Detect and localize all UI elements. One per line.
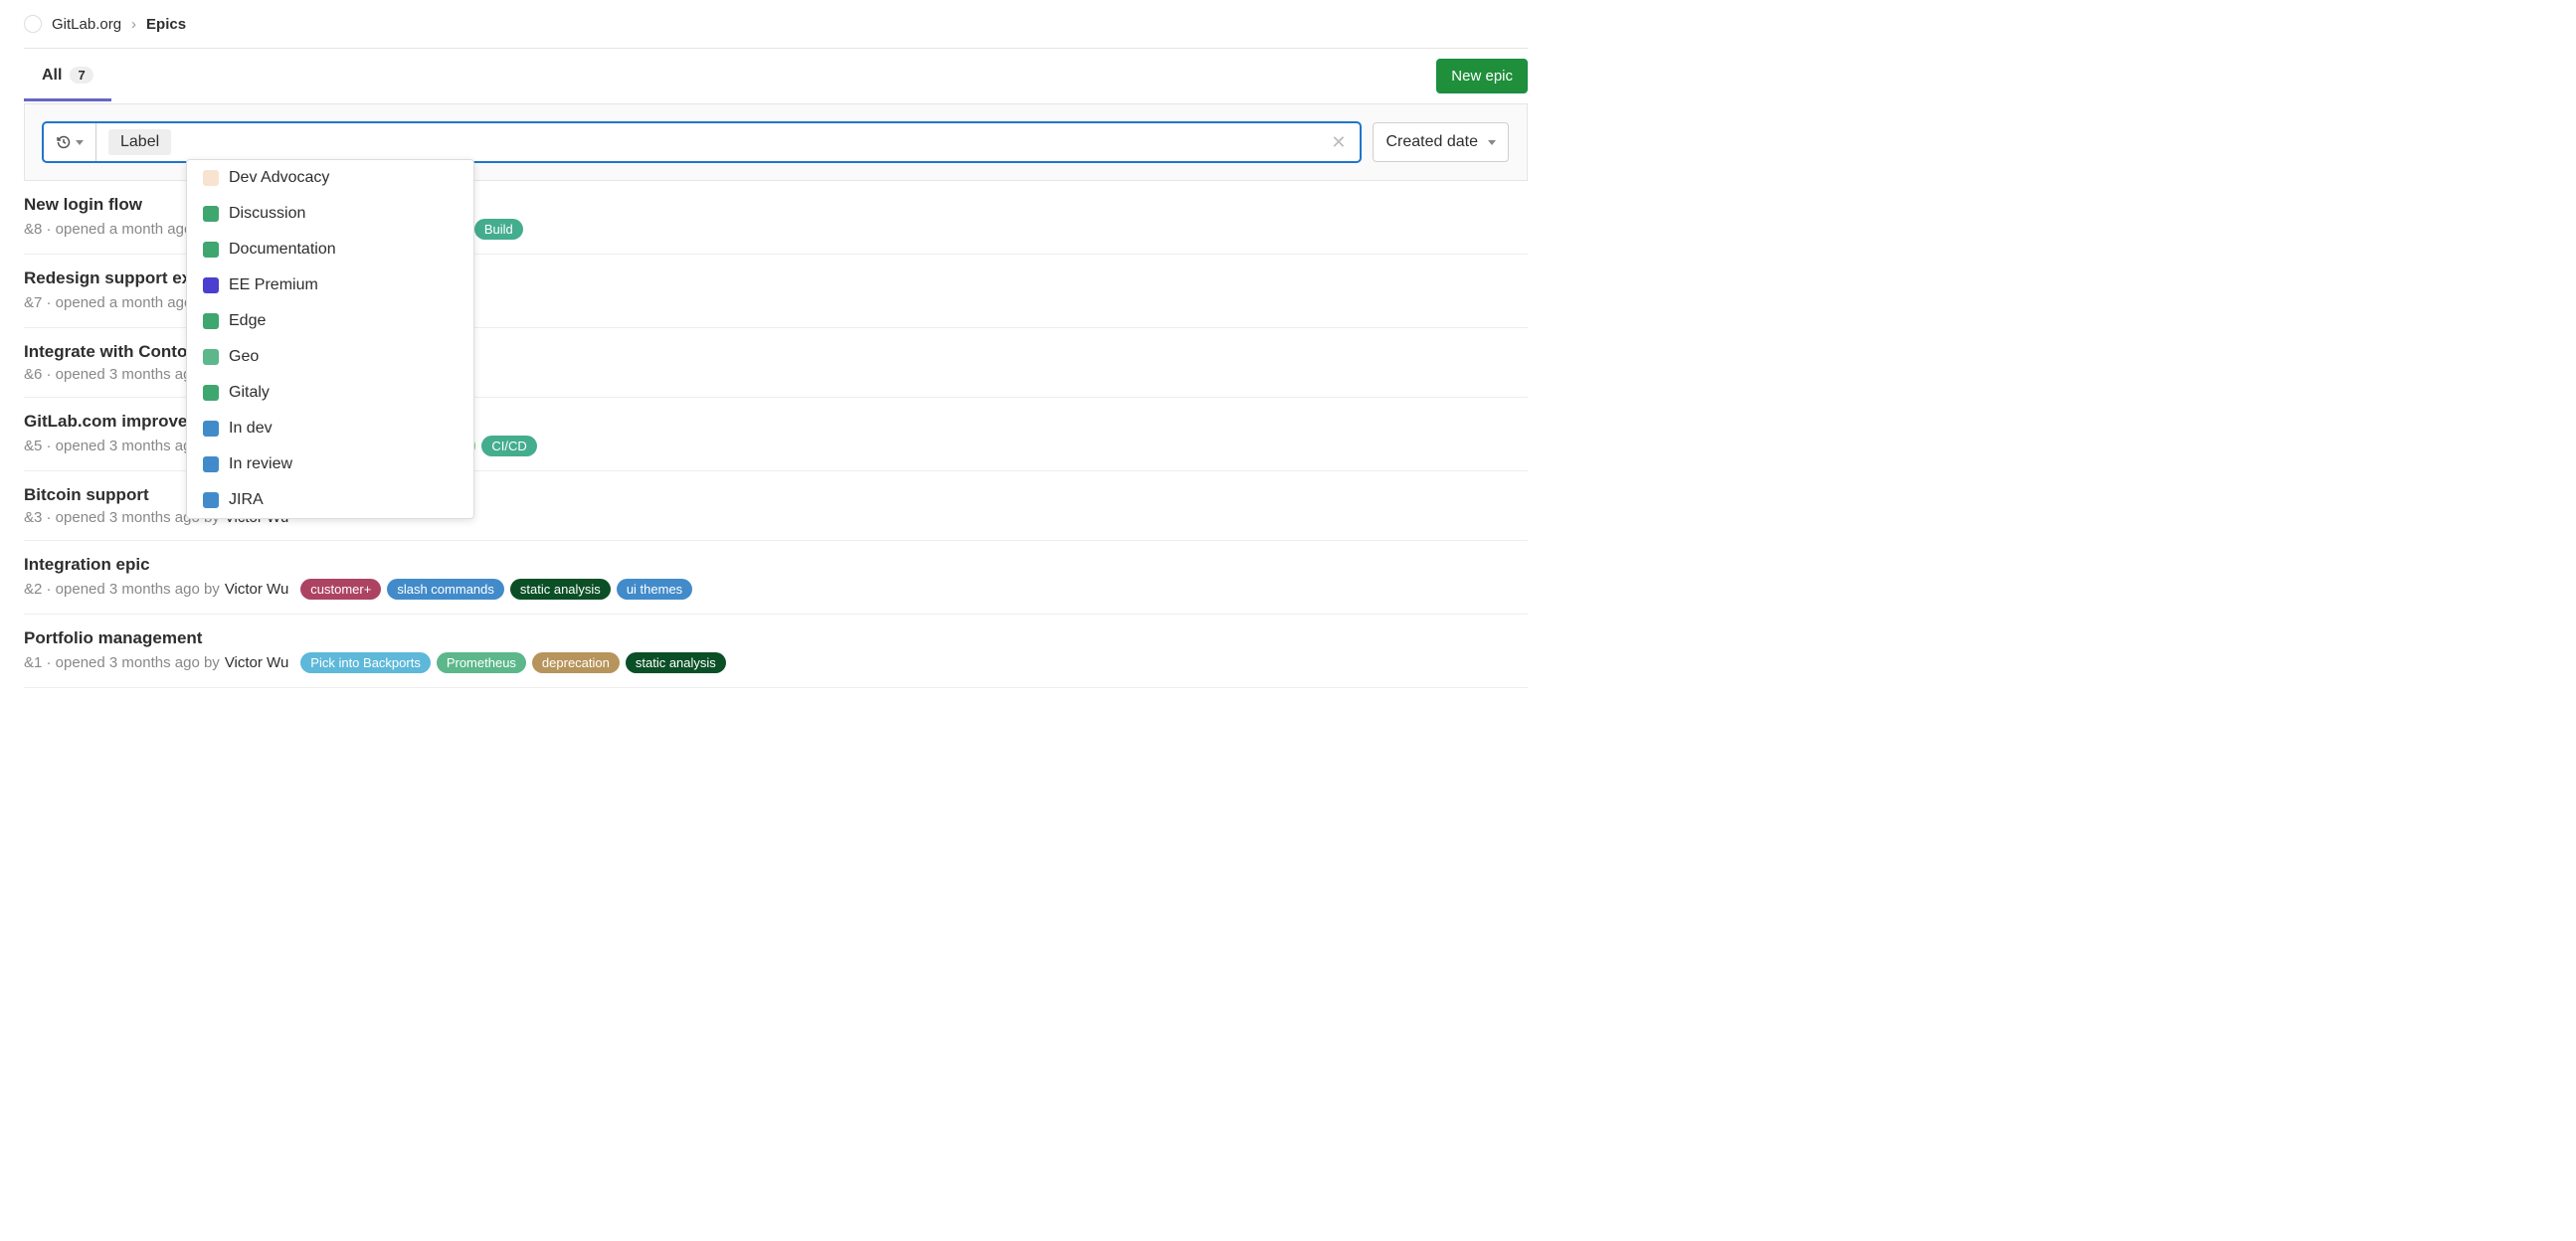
label-color-swatch — [203, 313, 219, 329]
chevron-right-icon: › — [131, 16, 136, 33]
tabs-row: All 7 New epic — [24, 49, 1528, 104]
label-pill[interactable]: slash commands — [387, 579, 504, 600]
dropdown-item[interactable]: JIRA — [187, 482, 473, 518]
label-pill[interactable]: CI/CD — [481, 436, 536, 456]
epic-item: Portfolio management&1 · opened 3 months… — [24, 615, 1528, 688]
epic-title[interactable]: Integration epic — [24, 555, 1528, 575]
new-epic-button[interactable]: New epic — [1436, 59, 1528, 93]
epic-meta: &2 · opened 3 months ago by Victor Wu — [24, 581, 288, 598]
epic-item: Integration epic&2 · opened 3 months ago… — [24, 541, 1528, 615]
dropdown-item-label: In dev — [229, 420, 273, 438]
dropdown-item[interactable]: EE Premium — [187, 267, 473, 303]
label-pill[interactable]: deprecation — [532, 652, 620, 673]
sort-dropdown[interactable]: Created date — [1373, 122, 1509, 162]
search-history-button[interactable] — [44, 123, 96, 161]
breadcrumb-group[interactable]: GitLab.org — [52, 16, 121, 33]
dropdown-item[interactable]: In review — [187, 446, 473, 482]
dropdown-item[interactable]: Geo — [187, 339, 473, 375]
dropdown-item-label: Documentation — [229, 241, 336, 259]
tab-all[interactable]: All 7 — [24, 53, 111, 101]
breadcrumb: GitLab.org › Epics — [24, 0, 1528, 48]
label-color-swatch — [203, 242, 219, 258]
label-color-swatch — [203, 421, 219, 437]
dropdown-item-label: EE Premium — [229, 276, 318, 294]
epic-labels: customer+ slash commands static analysis ui… — [300, 579, 692, 600]
dropdown-item-label: In review — [229, 455, 292, 473]
label-pill[interactable]: static analysis — [510, 579, 611, 600]
history-icon — [56, 134, 72, 150]
filter-token-label[interactable]: Label — [108, 129, 171, 155]
dropdown-item[interactable]: Documentation — [187, 232, 473, 267]
label-pill[interactable]: Prometheus — [437, 652, 526, 673]
dropdown-item[interactable]: Discussion — [187, 196, 473, 232]
label-color-swatch — [203, 492, 219, 508]
group-avatar — [24, 15, 42, 33]
label-color-swatch — [203, 277, 219, 293]
epic-meta: &1 · opened 3 months ago by Victor Wu — [24, 654, 288, 671]
label-color-swatch — [203, 385, 219, 401]
dropdown-item[interactable]: Edge — [187, 303, 473, 339]
dropdown-item-label: Discussion — [229, 205, 305, 223]
epic-title[interactable]: Portfolio management — [24, 628, 1528, 648]
label-pill[interactable]: Build — [474, 219, 523, 240]
dropdown-item-label: Dev Advocacy — [229, 169, 329, 187]
dropdown-item-label: Gitaly — [229, 384, 270, 402]
epic-author[interactable]: Victor Wu — [225, 654, 288, 671]
clear-filter-button[interactable]: ✕ — [1317, 132, 1360, 153]
filter-input[interactable] — [171, 123, 1317, 161]
dropdown-item-label: JIRA — [229, 491, 264, 509]
chevron-down-icon — [76, 140, 84, 145]
label-color-swatch — [203, 456, 219, 472]
dropdown-item-label: Geo — [229, 348, 259, 366]
epic-labels: Pick into Backports Prometheus deprecation… — [300, 652, 726, 673]
dropdown-item-label: Edge — [229, 312, 266, 330]
tab-count-badge: 7 — [70, 67, 92, 84]
label-color-swatch — [203, 170, 219, 186]
label-color-swatch — [203, 206, 219, 222]
label-pill[interactable]: Pick into Backports — [300, 652, 431, 673]
dropdown-item[interactable]: In dev — [187, 411, 473, 446]
dropdown-item[interactable]: Dev Advocacy — [187, 160, 473, 196]
sort-label: Created date — [1385, 133, 1478, 151]
breadcrumb-current: Epics — [146, 16, 186, 33]
label-pill[interactable]: static analysis — [626, 652, 726, 673]
chevron-down-icon — [1488, 140, 1496, 145]
label-pill[interactable]: customer+ — [300, 579, 381, 600]
epic-author[interactable]: Victor Wu — [225, 581, 288, 598]
tab-label: All — [42, 67, 62, 85]
label-color-swatch — [203, 349, 219, 365]
label-pill[interactable]: ui themes — [617, 579, 692, 600]
filter-box[interactable]: Label ✕ — [43, 122, 1361, 162]
label-dropdown: Dev Advocacy Discussion Documentation EE Pr… — [186, 159, 474, 519]
dropdown-item[interactable]: Gitaly — [187, 375, 473, 411]
filter-row: Label ✕ Created date Dev AdvocacyDiscuss… — [24, 104, 1528, 181]
